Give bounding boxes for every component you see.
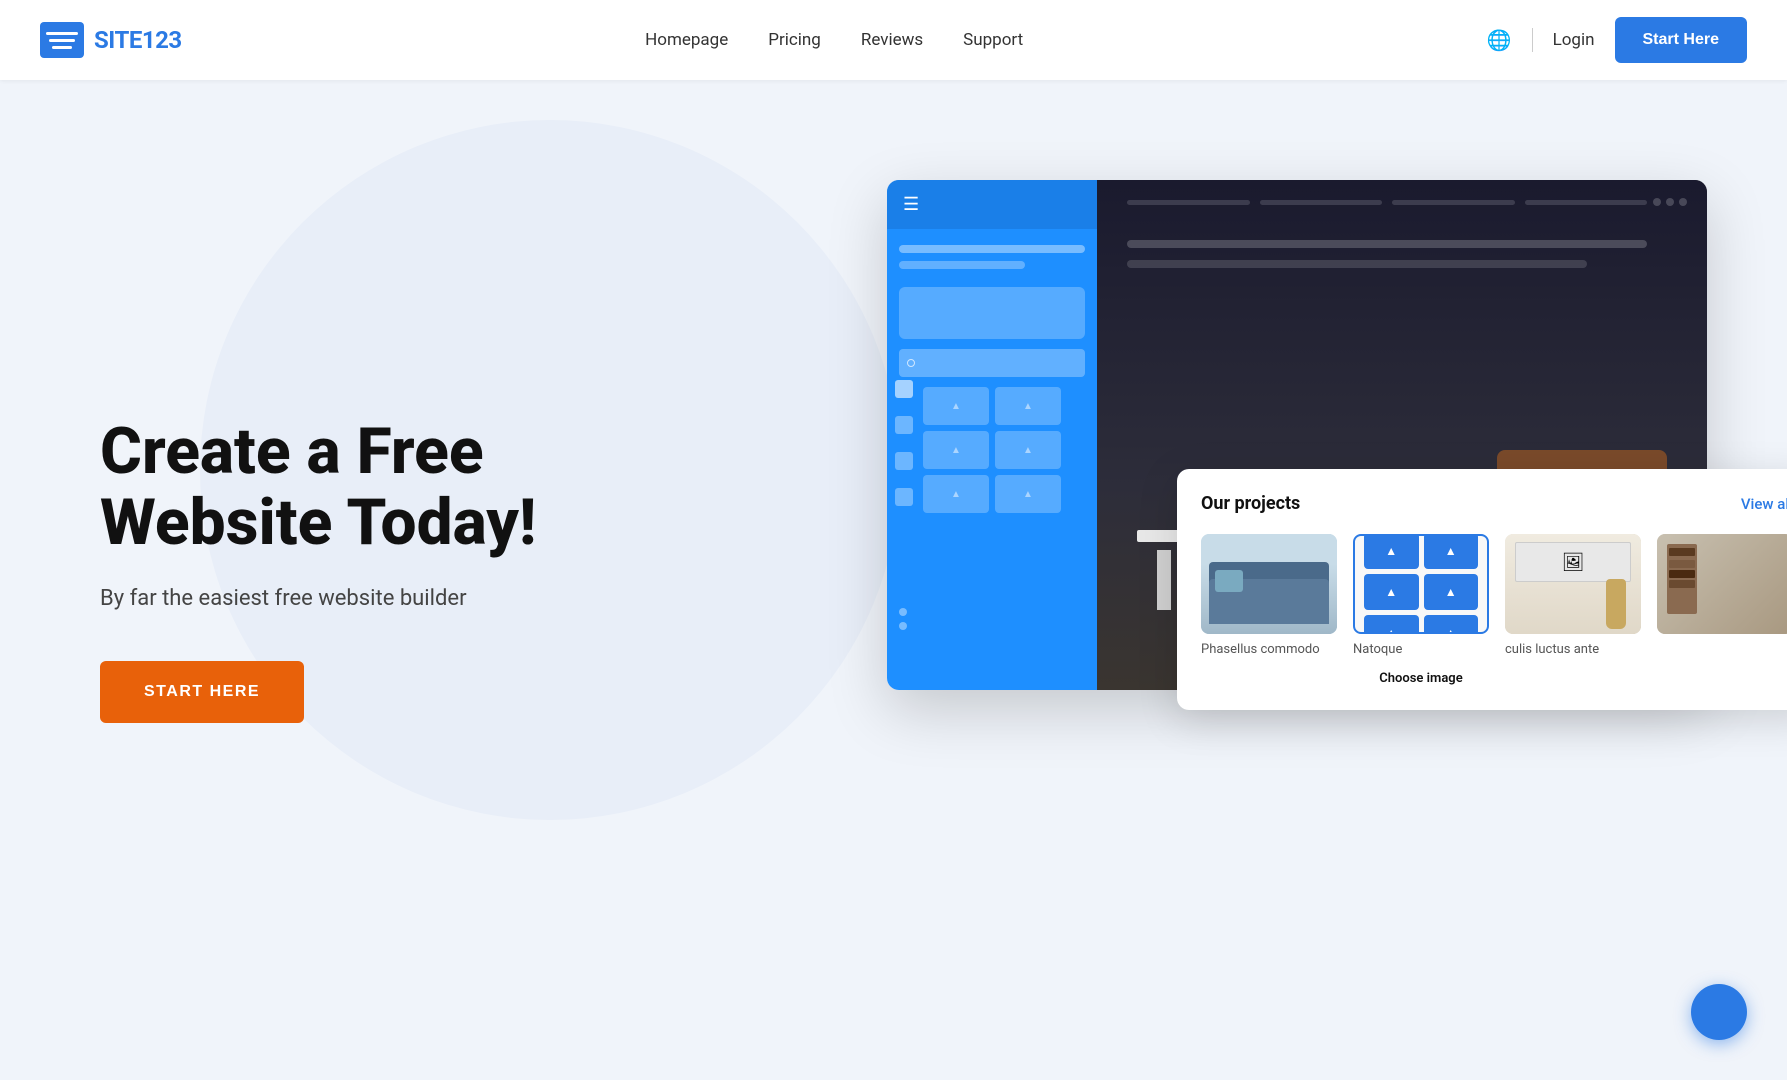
chooser-btn-2[interactable]: ▲ xyxy=(1424,534,1479,569)
panel-bar-2 xyxy=(899,261,1025,269)
nav-homepage[interactable]: Homepage xyxy=(645,30,728,50)
sofa-scene xyxy=(1201,534,1337,634)
panel-thumb-2 xyxy=(995,387,1061,425)
panel-img-grid xyxy=(923,387,1061,513)
content-bar-1 xyxy=(1127,240,1647,248)
editor-panel-header: ☰ xyxy=(887,180,1097,229)
panel-thumb-3 xyxy=(923,431,989,469)
chooser-btn-3[interactable]: ▲ xyxy=(1364,574,1419,610)
hero-right-mockup: ☰ xyxy=(887,180,1787,690)
panel-sidebar-icons xyxy=(895,380,913,506)
project-thumb-1 xyxy=(1201,534,1337,634)
coffee-table-leg-left xyxy=(1157,550,1171,610)
panel-blue-block xyxy=(899,287,1085,339)
view-all-link[interactable]: View all xyxy=(1741,495,1787,513)
project-label-3: culis luctus ante xyxy=(1505,642,1641,657)
nav-support[interactable]: Support xyxy=(963,30,1023,50)
choose-image-label: Choose image xyxy=(1353,671,1489,686)
editor-menu-icon: ☰ xyxy=(903,194,919,215)
projects-card: Our projects View all Phasellus commodo xyxy=(1177,469,1787,710)
content-bar-2 xyxy=(1127,260,1587,268)
panel-thumb-1 xyxy=(923,387,989,425)
vase xyxy=(1606,579,1626,629)
deco-dot-3 xyxy=(1679,198,1687,206)
project-thumb-3 xyxy=(1505,534,1641,634)
nav-right: 🌐 Login Start Here xyxy=(1487,17,1747,63)
nav-pricing[interactable]: Pricing xyxy=(768,30,821,50)
hero-subtitle: By far the easiest free website builder xyxy=(100,586,536,611)
chooser-btn-6[interactable]: ▲ xyxy=(1424,615,1479,634)
panel-dots xyxy=(899,608,907,630)
deco-dots xyxy=(1653,198,1687,206)
globe-icon[interactable]: 🌐 xyxy=(1487,28,1512,52)
wall-art xyxy=(1515,542,1631,582)
chooser-btn-1[interactable]: ▲ xyxy=(1364,534,1419,569)
sofa-pillow xyxy=(1215,570,1243,592)
hero-left: Create a Free Website Today! By far the … xyxy=(100,417,536,723)
project-thumb-4 xyxy=(1657,534,1787,634)
img-chooser: ▲ ▲ ▲ ▲ ▲ ▲ xyxy=(1359,534,1483,634)
panel-thumb-5 xyxy=(923,475,989,513)
panel-dot-1 xyxy=(899,608,907,616)
panel-search-dot xyxy=(907,359,915,367)
panel-search-row xyxy=(899,349,1085,377)
nav-divider xyxy=(1532,28,1533,52)
hero-section: Create a Free Website Today! By far the … xyxy=(0,80,1787,1040)
sidebar-icon-2 xyxy=(895,416,913,434)
fab-dot[interactable] xyxy=(1691,984,1747,1040)
sidebar-icon-3 xyxy=(895,452,913,470)
nav-links: Homepage Pricing Reviews Support xyxy=(645,30,1023,50)
vase-scene xyxy=(1505,534,1641,634)
chooser-btn-4[interactable]: ▲ xyxy=(1424,574,1479,610)
project-label-1: Phasellus commodo xyxy=(1201,642,1337,657)
bookshelf xyxy=(1667,544,1697,614)
sidebar-icon-4 xyxy=(895,488,913,506)
deco-dot-1 xyxy=(1653,198,1661,206)
deco-line-2 xyxy=(1260,200,1383,205)
deco-line-4 xyxy=(1525,200,1648,205)
logo-text: SITE123 xyxy=(94,26,182,54)
project-item-4 xyxy=(1657,534,1787,686)
projects-header: Our projects View all xyxy=(1201,493,1787,514)
panel-thumb-4 xyxy=(995,431,1061,469)
project-item-2: ▲ ▲ ▲ ▲ ▲ ▲ Natoque Choose image xyxy=(1353,534,1489,686)
login-link[interactable]: Login xyxy=(1553,30,1595,50)
panel-thumb-6 xyxy=(995,475,1061,513)
nav-reviews[interactable]: Reviews xyxy=(861,30,923,50)
project-item-1: Phasellus commodo xyxy=(1201,534,1337,686)
navbar: SITE123 Homepage Pricing Reviews Support… xyxy=(0,0,1787,80)
panel-dot-2 xyxy=(899,622,907,630)
deco-line-1 xyxy=(1127,200,1250,205)
deco-line-3 xyxy=(1392,200,1515,205)
project-thumb-2: ▲ ▲ ▲ ▲ ▲ ▲ xyxy=(1353,534,1489,634)
project-label-2: Natoque xyxy=(1353,642,1489,657)
editor-left-panel: ☰ xyxy=(887,180,1097,690)
hero-title: Create a Free Website Today! xyxy=(100,417,536,558)
img-chooser-container: ▲ ▲ ▲ ▲ ▲ ▲ xyxy=(1355,534,1487,634)
projects-title: Our projects xyxy=(1201,493,1300,514)
chooser-btn-5[interactable]: ▲ xyxy=(1364,615,1419,634)
start-here-button[interactable]: Start Here xyxy=(1615,17,1747,63)
sidebar-icon-1 xyxy=(895,380,913,398)
projects-grid: Phasellus commodo ▲ ▲ ▲ ▲ xyxy=(1201,534,1787,686)
panel-bar-1 xyxy=(899,245,1085,253)
project-item-3: culis luctus ante xyxy=(1505,534,1641,686)
deco-lines xyxy=(1127,200,1647,205)
logo[interactable]: SITE123 xyxy=(40,22,182,58)
logo-icon xyxy=(40,22,84,58)
deco-dot-2 xyxy=(1666,198,1674,206)
hero-cta-button[interactable]: START HERE xyxy=(100,661,304,723)
